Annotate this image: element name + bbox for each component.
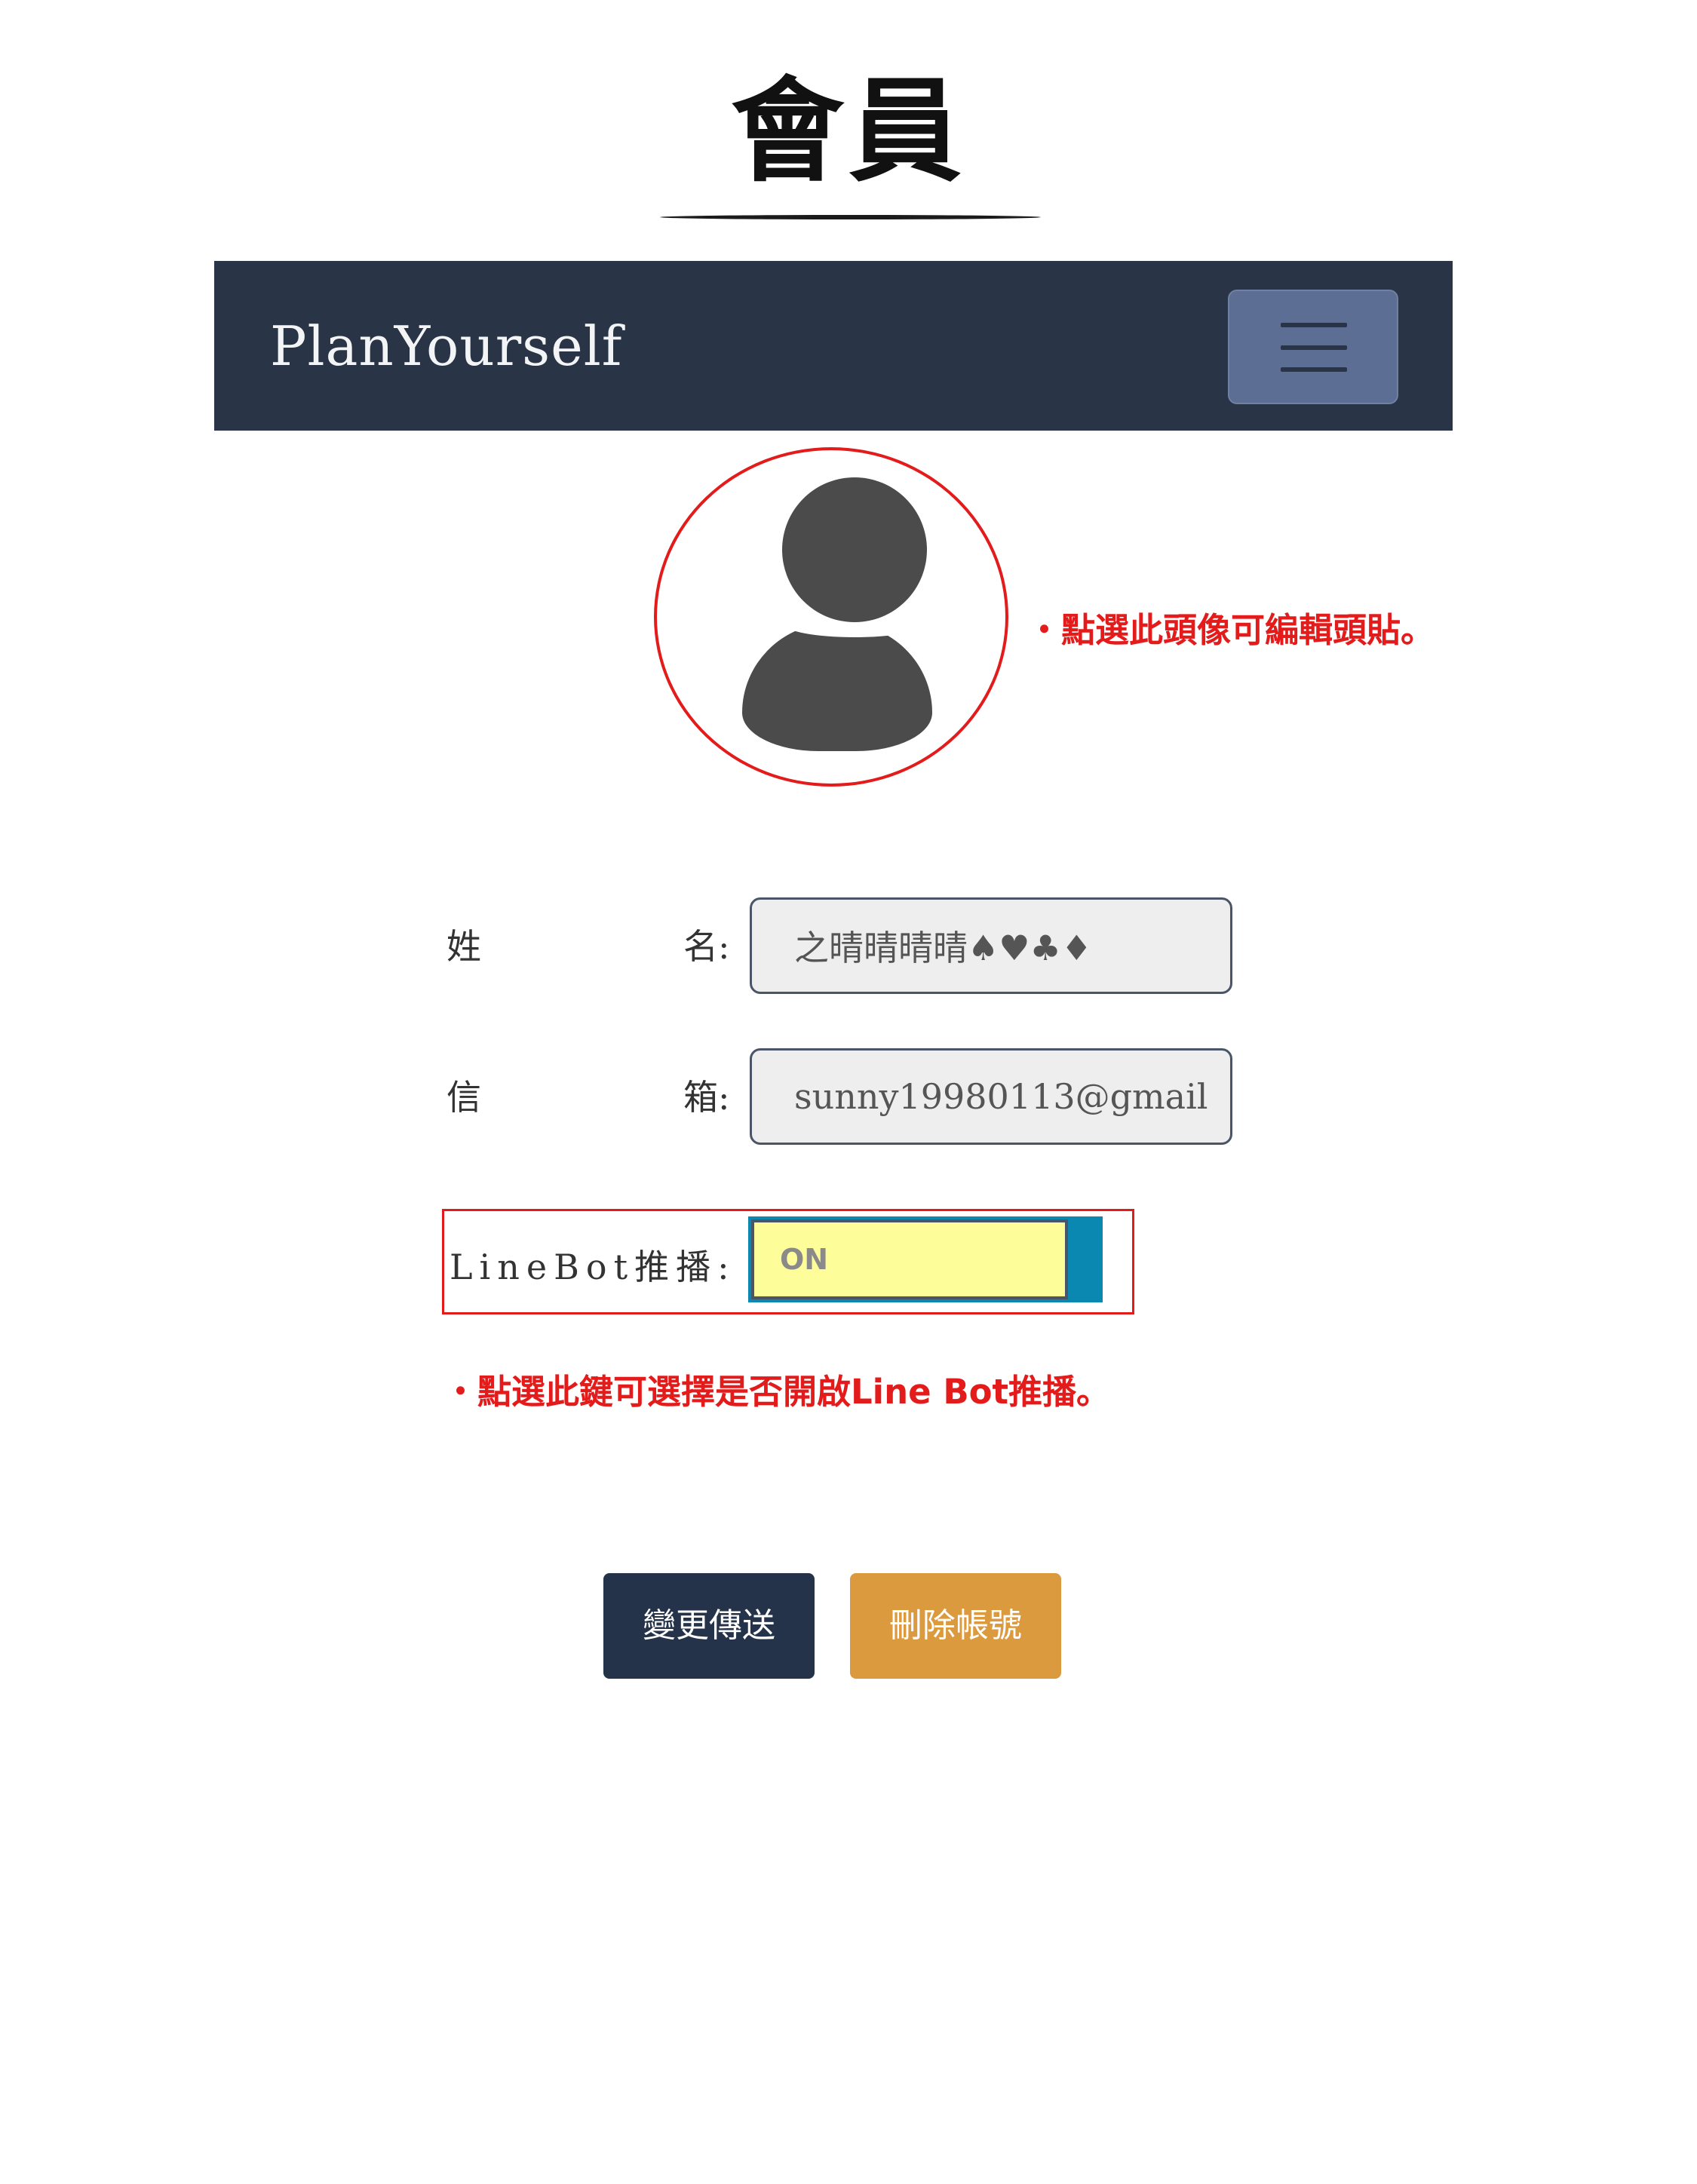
navbar: PlanYourself xyxy=(214,261,1453,431)
avatar-annotation: ・點選此頭像可編輯頭貼。 xyxy=(1027,610,1435,650)
menu-button[interactable] xyxy=(1228,290,1398,404)
brand-link[interactable]: PlanYourself xyxy=(270,312,622,380)
name-field[interactable] xyxy=(750,897,1232,994)
page-title: 會員 xyxy=(730,66,966,198)
linebot-label: LineBot推播: xyxy=(450,1247,736,1287)
email-field[interactable] xyxy=(750,1048,1232,1145)
delete-account-button[interactable]: 刪除帳號 xyxy=(850,1573,1061,1679)
linebot-toggle[interactable]: ON xyxy=(748,1216,1103,1302)
submit-button[interactable]: 變更傳送 xyxy=(603,1573,815,1679)
email-label-first: 信 xyxy=(446,1077,481,1118)
email-label-last: 箱: xyxy=(683,1077,730,1118)
name-label-first: 姓 xyxy=(446,926,481,967)
name-label-last: 名: xyxy=(683,926,730,967)
title-underline xyxy=(660,215,1041,219)
linebot-annotation: ・點選此鍵可選擇是否開啟Line Bot推播。 xyxy=(443,1372,1111,1412)
linebot-toggle-state: ON xyxy=(751,1219,1068,1299)
app-frame: PlanYourself xyxy=(214,261,1453,1777)
avatar-button[interactable] xyxy=(654,447,1008,787)
